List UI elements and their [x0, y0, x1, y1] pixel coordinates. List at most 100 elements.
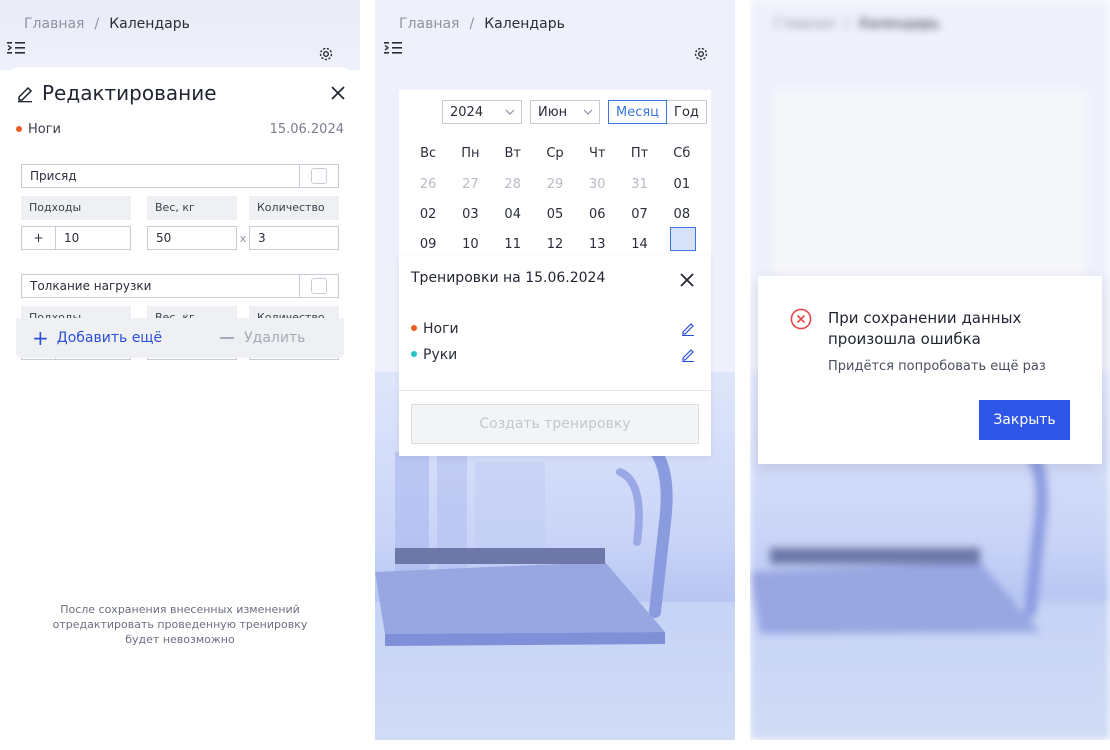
save-warning: После сохранения внесенных изменений отр… — [52, 603, 308, 646]
breadcrumb-current: Календарь — [859, 16, 940, 32]
exercise-headers: Подходы Вес, кг Количество — [21, 196, 339, 220]
calendar-day[interactable]: 14 — [618, 237, 660, 252]
training-item[interactable]: Руки — [411, 345, 695, 365]
weekday-label: Пн — [461, 145, 480, 161]
exercise-block: Присяд Подходы Вес, кг Количество + 10 5… — [21, 164, 339, 250]
exercise-checkbox[interactable] — [299, 275, 338, 297]
calendar-day[interactable]: 31 — [618, 177, 660, 192]
sets-input[interactable]: 10 — [55, 226, 131, 250]
exercise-inputs: + 10 50 x 3 — [21, 226, 339, 250]
month-select[interactable]: Июн — [530, 100, 600, 124]
year-value: 2024 — [450, 104, 484, 120]
calendar-day[interactable]: 11 — [492, 237, 534, 252]
calendar-day[interactable]: 01 — [661, 177, 703, 192]
calendar-day[interactable]: 13 — [576, 237, 618, 252]
weekday-label: Ср — [546, 145, 564, 161]
calendar-day[interactable]: 10 — [449, 237, 491, 252]
year-select[interactable]: 2024 — [442, 100, 522, 124]
breadcrumb-current: Календарь — [484, 16, 565, 32]
divider — [399, 390, 711, 391]
weekday-label: Вс — [420, 145, 437, 161]
multiply-sign: x — [239, 231, 247, 245]
calendar-day[interactable]: 27 — [449, 177, 491, 192]
calendar-day[interactable]: 04 — [492, 207, 534, 222]
close-icon[interactable] — [679, 272, 695, 288]
exercise-name-field[interactable]: Присяд — [21, 164, 339, 188]
view-year-button[interactable]: Год — [667, 100, 707, 124]
training-label: Руки — [423, 347, 458, 363]
status-dot — [411, 351, 417, 357]
edit-screen: Главная / Календарь Редактирование Ноги … — [0, 0, 360, 740]
calendar-day-selected[interactable]: 15 — [661, 226, 703, 252]
calendar-day[interactable]: 28 — [492, 177, 534, 192]
count-header: Количество — [249, 196, 339, 220]
calendar-screen: Главная / Календарь 2024 Июн Месяц Год В… — [375, 0, 735, 740]
menu-indent-icon[interactable] — [6, 38, 26, 58]
exercise-name[interactable]: Толкание нагрузки — [22, 275, 299, 297]
exercise-name-field[interactable]: Толкание нагрузки — [21, 274, 339, 298]
calendar-grid: Вс Пн Вт Ср Чт Пт Сб 26 27 28 29 30 31 01 02 03 04 05 06 07… — [407, 143, 703, 259]
calendar-day[interactable]: 06 — [576, 207, 618, 222]
training-item[interactable]: Ноги — [411, 319, 695, 339]
calendar-week-row: 02 03 04 05 06 07 08 — [407, 199, 703, 229]
edit-pencil-icon[interactable] — [681, 348, 695, 362]
dialog-title: При сохранении данных произошла ошибка — [828, 309, 1022, 348]
add-more-button[interactable]: + Добавить ещё — [32, 328, 162, 348]
training-label-wrap: Ноги — [411, 321, 459, 337]
exercise-checkbox[interactable] — [299, 165, 338, 187]
pencil-icon — [18, 86, 33, 103]
gear-icon[interactable] — [693, 46, 709, 62]
create-training-button[interactable]: Создать тренировку — [411, 404, 699, 444]
delete-button[interactable]: Удалить — [220, 330, 305, 346]
exercise-name[interactable]: Присяд — [22, 165, 299, 187]
breadcrumb: Главная / Календарь — [399, 16, 565, 32]
add-sets-button[interactable]: + — [21, 226, 55, 250]
error-dialog: При сохранении данных произошла ошибка П… — [758, 276, 1102, 464]
calendar-day[interactable]: 05 — [534, 207, 576, 222]
calendar-day[interactable]: 08 — [661, 207, 703, 222]
weight-header: Вес, кг — [147, 196, 237, 220]
edit-pencil-icon[interactable] — [681, 322, 695, 336]
calendar-day[interactable]: 30 — [576, 177, 618, 192]
breadcrumb-separator: / — [94, 16, 100, 32]
view-month-button[interactable]: Месяц — [608, 100, 668, 124]
error-screen: Главная / Календарь При сохранении данны… — [750, 0, 1110, 740]
calendar-card — [774, 90, 1086, 280]
weekday-row: Вс Пн Вт Ср Чт Пт Сб — [407, 143, 703, 163]
calendar-day[interactable]: 09 — [407, 237, 449, 252]
status-dot — [411, 325, 417, 331]
calendar-day[interactable]: 03 — [449, 207, 491, 222]
breadcrumb: Главная / Календарь — [774, 16, 940, 32]
weekday-label: Сб — [673, 145, 691, 161]
breadcrumb-home: Главная — [774, 16, 835, 32]
trainings-title: Тренировки на 15.06.2024 — [411, 270, 606, 286]
breadcrumb-separator: / — [469, 16, 475, 32]
view-switch: Месяц Год — [608, 100, 707, 124]
weight-input[interactable]: 50 — [147, 226, 237, 250]
breadcrumb: Главная / Календарь — [24, 16, 190, 32]
calendar-day[interactable]: 26 — [407, 177, 449, 192]
gear-icon[interactable] — [318, 46, 334, 62]
count-input[interactable]: 3 — [249, 226, 339, 250]
calendar-day[interactable]: 02 — [407, 207, 449, 222]
calendar-day[interactable]: 29 — [534, 177, 576, 192]
delete-label: Удалить — [244, 330, 306, 346]
dialog-subtitle: Придётся попробовать ещё раз — [828, 359, 1046, 374]
calendar-day[interactable]: 07 — [618, 207, 660, 222]
menu-indent-icon[interactable] — [383, 38, 403, 58]
exercise-actions: + Добавить ещё Удалить — [16, 318, 344, 358]
close-dialog-button[interactable]: Закрыть — [979, 400, 1070, 440]
breadcrumb-home[interactable]: Главная — [399, 16, 459, 32]
training-label: Ноги — [423, 321, 459, 337]
close-icon[interactable] — [330, 85, 346, 101]
chevron-down-icon — [583, 109, 593, 115]
breadcrumb-separator: / — [844, 16, 850, 32]
plus-icon: + — [32, 326, 49, 350]
breadcrumb-home[interactable]: Главная — [24, 16, 84, 32]
weekday-label: Вт — [504, 145, 521, 161]
training-label-wrap: Руки — [411, 347, 457, 363]
calendar-controls: 2024 Июн Месяц Год — [442, 100, 707, 124]
chevron-down-icon — [505, 109, 515, 115]
calendar-day[interactable]: 12 — [534, 237, 576, 252]
month-value: Июн — [538, 104, 568, 120]
